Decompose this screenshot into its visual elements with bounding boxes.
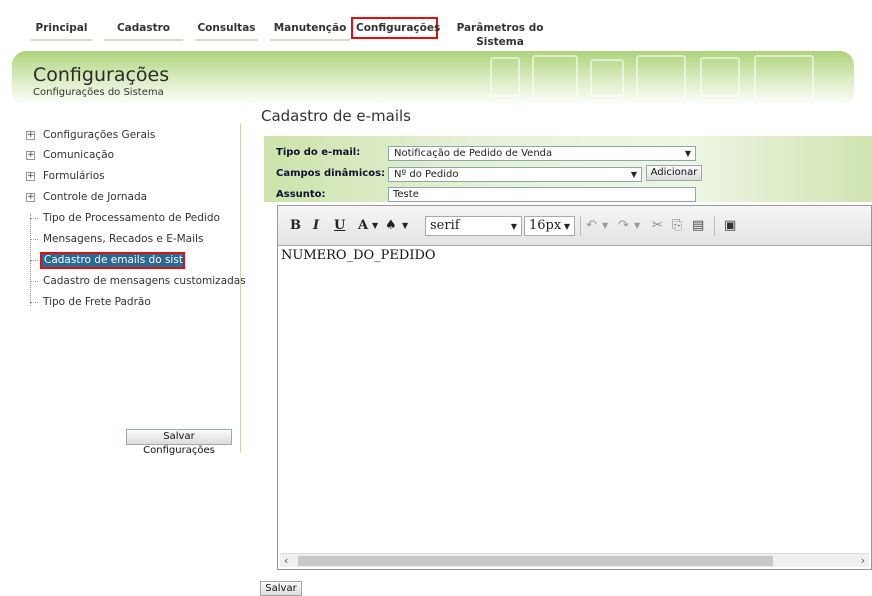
tree-group-comunicacao[interactable]: Comunicação bbox=[43, 149, 114, 161]
tree-group-formularios[interactable]: Formulários bbox=[43, 170, 105, 182]
tree-group-controle-jornada[interactable]: Controle de Jornada bbox=[43, 191, 147, 203]
image-icon[interactable]: ▣ bbox=[724, 218, 736, 234]
chevron-down-icon[interactable]: ▼ bbox=[602, 218, 608, 234]
top-nav: Principal Cadastro Consultas Manutenção … bbox=[0, 0, 872, 48]
expand-icon[interactable]: + bbox=[26, 172, 35, 181]
tree-item-mensagens[interactable]: Mensagens, Recados e E-Mails bbox=[43, 233, 203, 245]
tree-item-cadastro-emails[interactable]: Cadastro de emails do sistema bbox=[40, 252, 185, 269]
font-family-select[interactable]: serif ▼ bbox=[425, 216, 522, 236]
cut-icon[interactable]: ✂ bbox=[652, 218, 663, 234]
nav-configuracoes[interactable]: Configurações bbox=[351, 17, 440, 39]
banner-decoration bbox=[700, 57, 740, 97]
dynamic-fields-select[interactable]: Nº do Pedido ▼ bbox=[388, 167, 642, 182]
toolbar-separator bbox=[714, 216, 715, 236]
underline-icon[interactable]: U bbox=[334, 218, 345, 234]
font-size-value: 16px bbox=[529, 218, 562, 233]
redo-icon[interactable]: ↷ bbox=[618, 218, 629, 234]
tree-connector bbox=[30, 218, 38, 219]
dynamic-fields-value: Nº do Pedido bbox=[394, 169, 459, 180]
banner-decoration bbox=[532, 55, 578, 99]
scroll-thumb[interactable] bbox=[298, 556, 773, 566]
banner-decoration bbox=[590, 59, 624, 97]
undo-icon[interactable]: ↶ bbox=[586, 218, 597, 234]
chevron-down-icon: ▼ bbox=[684, 149, 691, 158]
nav-principal[interactable]: Principal bbox=[31, 21, 92, 41]
email-type-label: Tipo do e-mail: bbox=[276, 147, 361, 158]
email-type-value: Notificação de Pedido de Venda bbox=[394, 148, 553, 159]
dynamic-fields-label: Campos dinâmicos: bbox=[276, 168, 386, 179]
bold-icon[interactable]: B bbox=[290, 218, 301, 234]
tree-connector bbox=[30, 281, 38, 282]
tree-group-configuracoes-gerais[interactable]: Configurações Gerais bbox=[43, 129, 155, 141]
toolbar-separator bbox=[580, 216, 581, 236]
banner-decoration bbox=[490, 57, 520, 97]
tree-connector bbox=[30, 302, 38, 303]
font-color-icon[interactable]: A bbox=[358, 218, 368, 234]
chevron-down-icon[interactable]: ▼ bbox=[372, 218, 378, 234]
scroll-right-icon[interactable]: › bbox=[861, 554, 865, 568]
highlight-color-icon[interactable]: ♠ bbox=[385, 218, 397, 234]
scroll-left-icon[interactable]: ‹ bbox=[284, 554, 288, 568]
chevron-down-icon[interactable]: ▼ bbox=[634, 218, 640, 234]
horizontal-scrollbar[interactable]: ‹ › bbox=[280, 553, 869, 567]
tree-item-tipo-processamento[interactable]: Tipo de Processamento de Pedido bbox=[43, 212, 220, 224]
copy-icon[interactable]: ⎘ bbox=[672, 218, 682, 234]
chevron-down-icon: ▼ bbox=[563, 222, 570, 231]
expand-icon[interactable]: + bbox=[26, 151, 35, 160]
tree-item-tipo-frete[interactable]: Tipo de Frete Padrão bbox=[43, 296, 151, 308]
chevron-down-icon: ▼ bbox=[630, 170, 637, 179]
nav-consultas[interactable]: Consultas bbox=[195, 21, 258, 41]
expand-icon[interactable]: + bbox=[26, 131, 35, 140]
tree-item-mensagens-customizadas[interactable]: Cadastro de mensagens customizadas bbox=[43, 275, 246, 287]
editor-toolbar: B I U A ▼ ♠ ▼ serif ▼ 16px ▼ ↶ ▼ ↷ ▼ ✂ ⎘… bbox=[278, 206, 871, 246]
banner-decoration bbox=[636, 55, 686, 99]
page-title: Configurações bbox=[33, 64, 170, 86]
subject-label: Assunto: bbox=[276, 189, 326, 200]
sidebar-divider bbox=[240, 123, 241, 453]
section-title: Cadastro de e-mails bbox=[261, 107, 411, 125]
nav-parametros[interactable]: Parâmetros do Sistema bbox=[440, 21, 560, 48]
page-subtitle: Configurações do Sistema bbox=[33, 87, 164, 98]
banner-decoration bbox=[754, 55, 814, 99]
save-config-button[interactable]: Salvar Configurações bbox=[126, 429, 232, 456]
subject-input[interactable]: Teste bbox=[388, 187, 696, 202]
font-family-value: serif bbox=[430, 218, 460, 233]
editor-content[interactable]: NUMERO_DO_PEDIDO bbox=[281, 248, 436, 263]
add-button[interactable]: Adicionar bbox=[646, 165, 702, 181]
nav-manutencao[interactable]: Manutenção bbox=[270, 21, 350, 41]
chevron-down-icon[interactable]: ▼ bbox=[402, 218, 408, 234]
email-type-select[interactable]: Notificação de Pedido de Venda ▼ bbox=[388, 146, 696, 161]
font-size-select[interactable]: 16px ▼ bbox=[524, 216, 575, 236]
nav-cadastro[interactable]: Cadastro bbox=[104, 21, 183, 41]
expand-icon[interactable]: + bbox=[26, 193, 35, 202]
tree-connector bbox=[30, 260, 38, 261]
italic-icon[interactable]: I bbox=[313, 218, 319, 234]
paste-icon[interactable]: ▤ bbox=[692, 218, 704, 234]
chevron-down-icon: ▼ bbox=[510, 222, 517, 231]
rich-text-editor: B I U A ▼ ♠ ▼ serif ▼ 16px ▼ ↶ ▼ ↷ ▼ ✂ ⎘… bbox=[277, 205, 872, 570]
tree-connector bbox=[30, 239, 38, 240]
